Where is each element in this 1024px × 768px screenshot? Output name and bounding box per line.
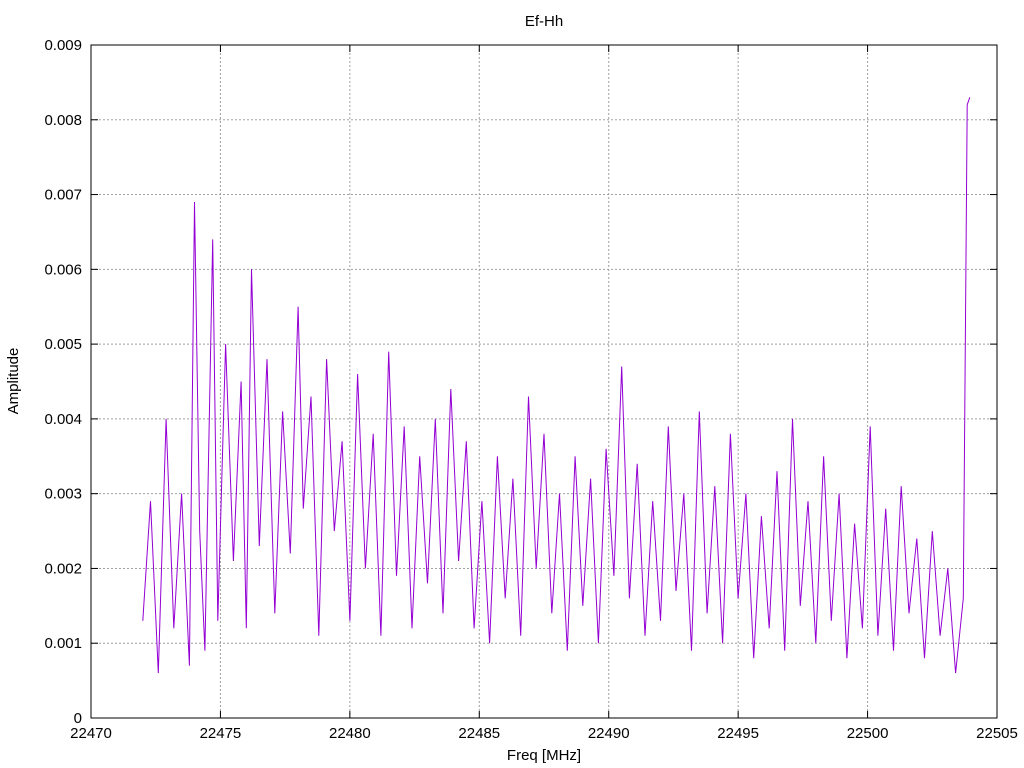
x-tick-label: 22470 — [70, 725, 112, 742]
y-tick-label: 0.007 — [44, 187, 82, 204]
chart-root: Ef-Hh Freq [MHz] Amplitude 22470 22475 224… — [0, 0, 1024, 768]
y-tick-label: 0.006 — [44, 261, 82, 278]
x-tick-label: 22485 — [458, 725, 500, 742]
x-tick-label: 22500 — [847, 725, 889, 742]
x-tick-label: 22475 — [200, 725, 242, 742]
amplitude-frequency-chart: Ef-Hh Freq [MHz] Amplitude 22470 22475 224… — [0, 0, 1024, 768]
x-tick-label: 22505 — [976, 725, 1018, 742]
x-tick-label: 22495 — [717, 725, 759, 742]
x-tick-label: 22480 — [329, 725, 371, 742]
y-tick-label: 0.005 — [44, 336, 82, 353]
y-tick-label: 0.002 — [44, 560, 82, 577]
chart-background — [0, 0, 1024, 768]
y-tick-label: 0.001 — [44, 635, 82, 652]
y-tick-label: 0.004 — [44, 411, 82, 428]
x-tick-label: 22490 — [588, 725, 630, 742]
y-axis-label: Amplitude — [5, 348, 22, 415]
y-tick-label: 0.008 — [44, 112, 82, 129]
x-axis-label: Freq [MHz] — [507, 747, 581, 764]
chart-title: Ef-Hh — [525, 13, 563, 30]
y-tick-label: 0.009 — [44, 37, 82, 54]
y-tick-label: 0.003 — [44, 486, 82, 503]
y-tick-label: 0 — [74, 710, 82, 727]
